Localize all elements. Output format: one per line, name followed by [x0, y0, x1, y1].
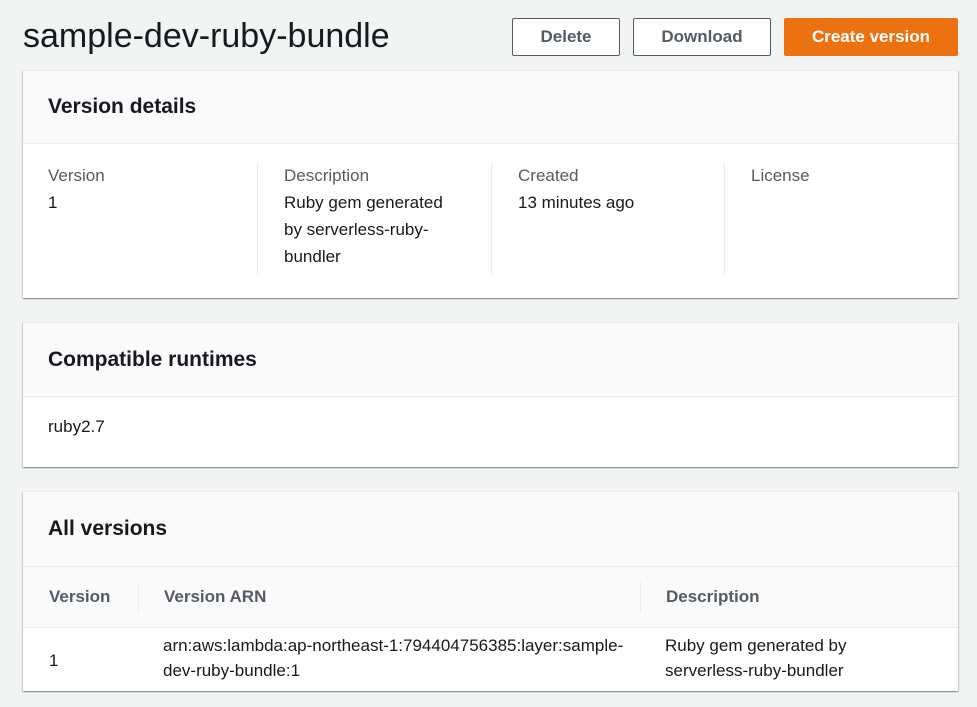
table-header-row: Version Version ARN Description [23, 567, 958, 628]
page-title: sample-dev-ruby-bundle [23, 17, 390, 55]
cell-description: Ruby gem generated by serverless-ruby-bu… [665, 636, 847, 680]
version-details-title: Version details [48, 95, 197, 118]
detail-description: Description Ruby gem generated by server… [257, 162, 491, 274]
compatible-runtimes-panel: Compatible runtimes ruby2.7 [23, 322, 958, 467]
cell-arn: arn:aws:lambda:ap-northeast-1:7944047563… [163, 636, 624, 680]
runtime-value: ruby2.7 [48, 417, 105, 436]
column-divider[interactable] [640, 582, 641, 612]
column-header-description[interactable]: Description [666, 567, 760, 627]
cell-version: 1 [49, 651, 59, 670]
detail-description-value: Ruby gem generated by serverless-ruby-bu… [284, 193, 443, 266]
create-version-button[interactable]: Create version [784, 18, 958, 56]
detail-created-label: Created [518, 166, 579, 185]
detail-license-label: License [751, 166, 810, 185]
column-header-version[interactable]: Version [49, 567, 110, 627]
detail-created-value: 13 minutes ago [518, 193, 635, 212]
compatible-runtimes-header: Compatible runtimes [23, 323, 958, 397]
detail-description-label: Description [284, 166, 370, 185]
compatible-runtimes-title: Compatible runtimes [48, 347, 257, 371]
versions-table: Version Version ARN Description 1 arn:aw… [23, 567, 958, 691]
detail-license: License [724, 162, 958, 274]
detail-version-value: 1 [48, 193, 58, 212]
column-header-arn[interactable]: Version ARN [164, 567, 266, 627]
detail-version: Version 1 [48, 162, 258, 274]
column-divider[interactable] [138, 582, 139, 612]
version-details-panel: Version details Version 1 Description Ru… [23, 70, 958, 298]
detail-created: Created 13 minutes ago [491, 162, 724, 274]
page-header: sample-dev-ruby-bundle Delete Download C… [0, 0, 977, 70]
download-button[interactable]: Download [633, 18, 771, 56]
all-versions-header: All versions [23, 492, 958, 567]
all-versions-panel: All versions Version Version ARN Descrip… [23, 491, 958, 691]
all-versions-title: All versions [48, 517, 168, 540]
table-row: 1 arn:aws:lambda:ap-northeast-1:79440475… [23, 628, 958, 691]
version-details-grid: Version 1 Description Ruby gem generated… [23, 144, 958, 299]
delete-button[interactable]: Delete [512, 18, 620, 56]
detail-version-label: Version [48, 166, 105, 185]
version-details-header: Version details [23, 71, 958, 144]
